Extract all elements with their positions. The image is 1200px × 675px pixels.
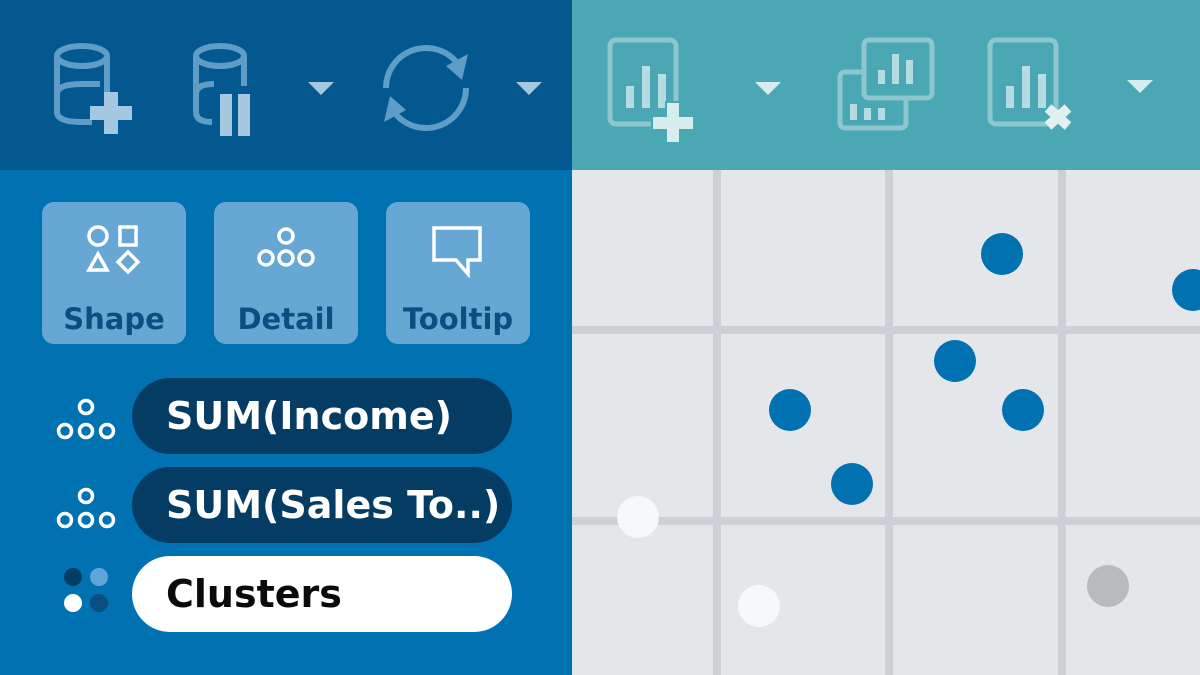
scatter-mark-blue[interactable]: [1002, 389, 1044, 431]
tooltip-icon: [432, 226, 482, 278]
color-icon: [64, 568, 108, 612]
refresh-icon[interactable]: [376, 38, 476, 138]
new-worksheet-icon[interactable]: [606, 36, 716, 142]
new-data-source-icon[interactable]: [52, 42, 134, 138]
dropdown-arrow-icon[interactable]: [753, 80, 783, 96]
dropdown-arrow-icon[interactable]: [1125, 78, 1155, 94]
detail-icon: [56, 487, 116, 529]
detail-label: Detail: [237, 302, 335, 336]
scatter-marks: [617, 233, 1200, 627]
shape-icon: [86, 225, 141, 275]
detail-button[interactable]: Detail: [214, 202, 358, 344]
pause-auto-updates-icon[interactable]: [192, 42, 262, 138]
scatter-mark-white[interactable]: [738, 585, 780, 627]
dropdown-arrow-icon[interactable]: [306, 80, 336, 96]
dropdown-arrow-icon[interactable]: [514, 80, 544, 96]
detail-icon: [257, 227, 315, 267]
clear-sheet-icon[interactable]: [986, 36, 1092, 140]
duplicate-sheet-icon[interactable]: [836, 36, 940, 132]
scatter-mark-blue[interactable]: [769, 389, 811, 431]
tooltip-label: Tooltip: [402, 302, 514, 336]
scatter-mark-blue[interactable]: [1172, 269, 1200, 311]
scatter-mark-white[interactable]: [617, 496, 659, 538]
shape-label: Shape: [63, 302, 165, 336]
scatter-mark-blue[interactable]: [981, 233, 1023, 275]
scatter-mark-blue[interactable]: [934, 340, 976, 382]
scatter-mark-gray[interactable]: [1087, 565, 1129, 607]
detail-icon: [56, 398, 116, 440]
field-pill-clusters[interactable]: Clusters: [132, 556, 512, 632]
data-toolbar: [0, 0, 572, 170]
worksheet-toolbar: [572, 0, 1200, 170]
scatter-view: [572, 170, 1200, 675]
scatter-mark-blue[interactable]: [831, 463, 873, 505]
tooltip-button[interactable]: Tooltip: [386, 202, 530, 344]
field-pill-sum-income[interactable]: SUM(Income): [132, 378, 512, 454]
field-pill-sum-sales[interactable]: SUM(Sales To..): [132, 467, 512, 543]
shape-button[interactable]: Shape: [42, 202, 186, 344]
